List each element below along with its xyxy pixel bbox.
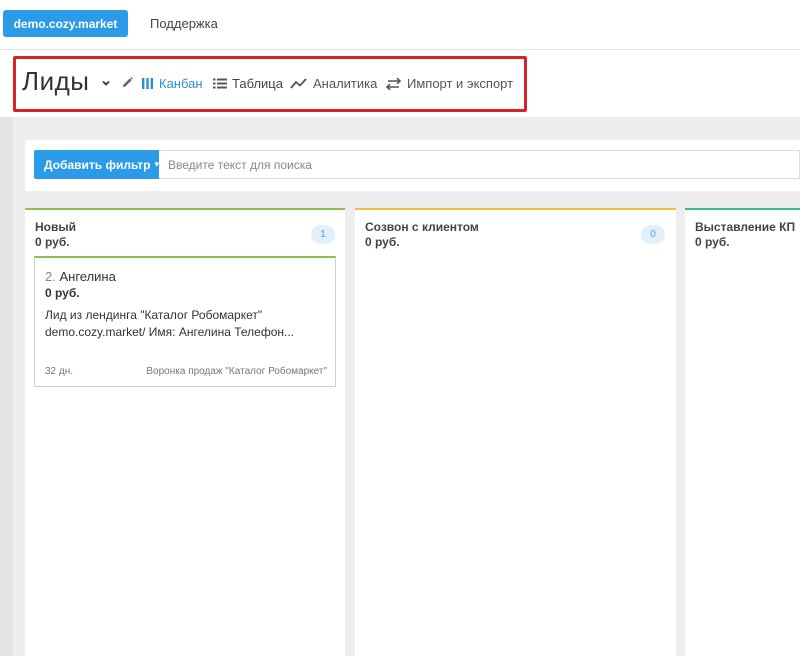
support-link[interactable]: Поддержка <box>150 16 218 31</box>
column-title: Новый <box>35 220 76 234</box>
kanban-column-call: Созвон с клиентом 0 руб. 0 <box>355 208 676 656</box>
top-bar: demo.cozy.market Поддержка <box>0 0 800 50</box>
column-sum: 0 руб. <box>35 235 70 249</box>
column-title: Созвон с клиентом <box>365 220 479 234</box>
add-filter-button[interactable]: Добавить фильтр ▾ <box>34 150 159 179</box>
column-title: Выставление КП <box>695 220 796 234</box>
tab-kanban[interactable]: Канбан <box>141 76 203 91</box>
tab-table-label: Таблица <box>232 76 283 91</box>
kanban-column-proposal: Выставление КП 0 руб. <box>685 208 800 656</box>
list-icon <box>213 78 227 89</box>
search-input[interactable] <box>159 150 800 179</box>
chevron-down-icon[interactable] <box>101 78 111 88</box>
tab-table[interactable]: Таблица <box>213 76 283 91</box>
card-funnel: Воронка продаж "Каталог Робомаркет" <box>146 366 327 377</box>
page-title[interactable]: Лиды <box>22 66 89 97</box>
column-sum: 0 руб. <box>365 235 400 249</box>
tab-kanban-label: Канбан <box>159 76 203 91</box>
card-description: Лид из лендинга "Каталог Робомаркет" dem… <box>45 308 294 339</box>
add-filter-label: Добавить фильтр <box>44 157 151 172</box>
tab-import-export-label: Импорт и экспорт <box>407 76 514 91</box>
card-heading: 2. Ангелина <box>45 269 116 284</box>
card-days: 32 дн. <box>45 366 74 377</box>
column-count-badge: 1 <box>311 225 335 244</box>
card-name: Ангелина <box>59 269 116 284</box>
tab-analytics[interactable]: Аналитика <box>290 76 377 91</box>
tab-analytics-label: Аналитика <box>313 76 378 91</box>
card-number: 2. <box>45 269 56 284</box>
lead-card[interactable]: 2. Ангелина 0 руб. Лид из лендинга "Ката… <box>34 256 336 387</box>
column-sum: 0 руб. <box>695 235 730 249</box>
line-chart-icon <box>290 78 307 89</box>
tab-import-export[interactable]: Импорт и экспорт <box>385 76 513 91</box>
site-button[interactable]: demo.cozy.market <box>3 10 128 37</box>
card-sum: 0 руб. <box>45 286 80 300</box>
pencil-icon[interactable] <box>121 76 134 89</box>
swap-arrows-icon <box>385 77 402 90</box>
left-strip <box>0 117 13 656</box>
column-count-badge: 0 <box>641 225 665 244</box>
kanban-icon <box>142 78 153 89</box>
